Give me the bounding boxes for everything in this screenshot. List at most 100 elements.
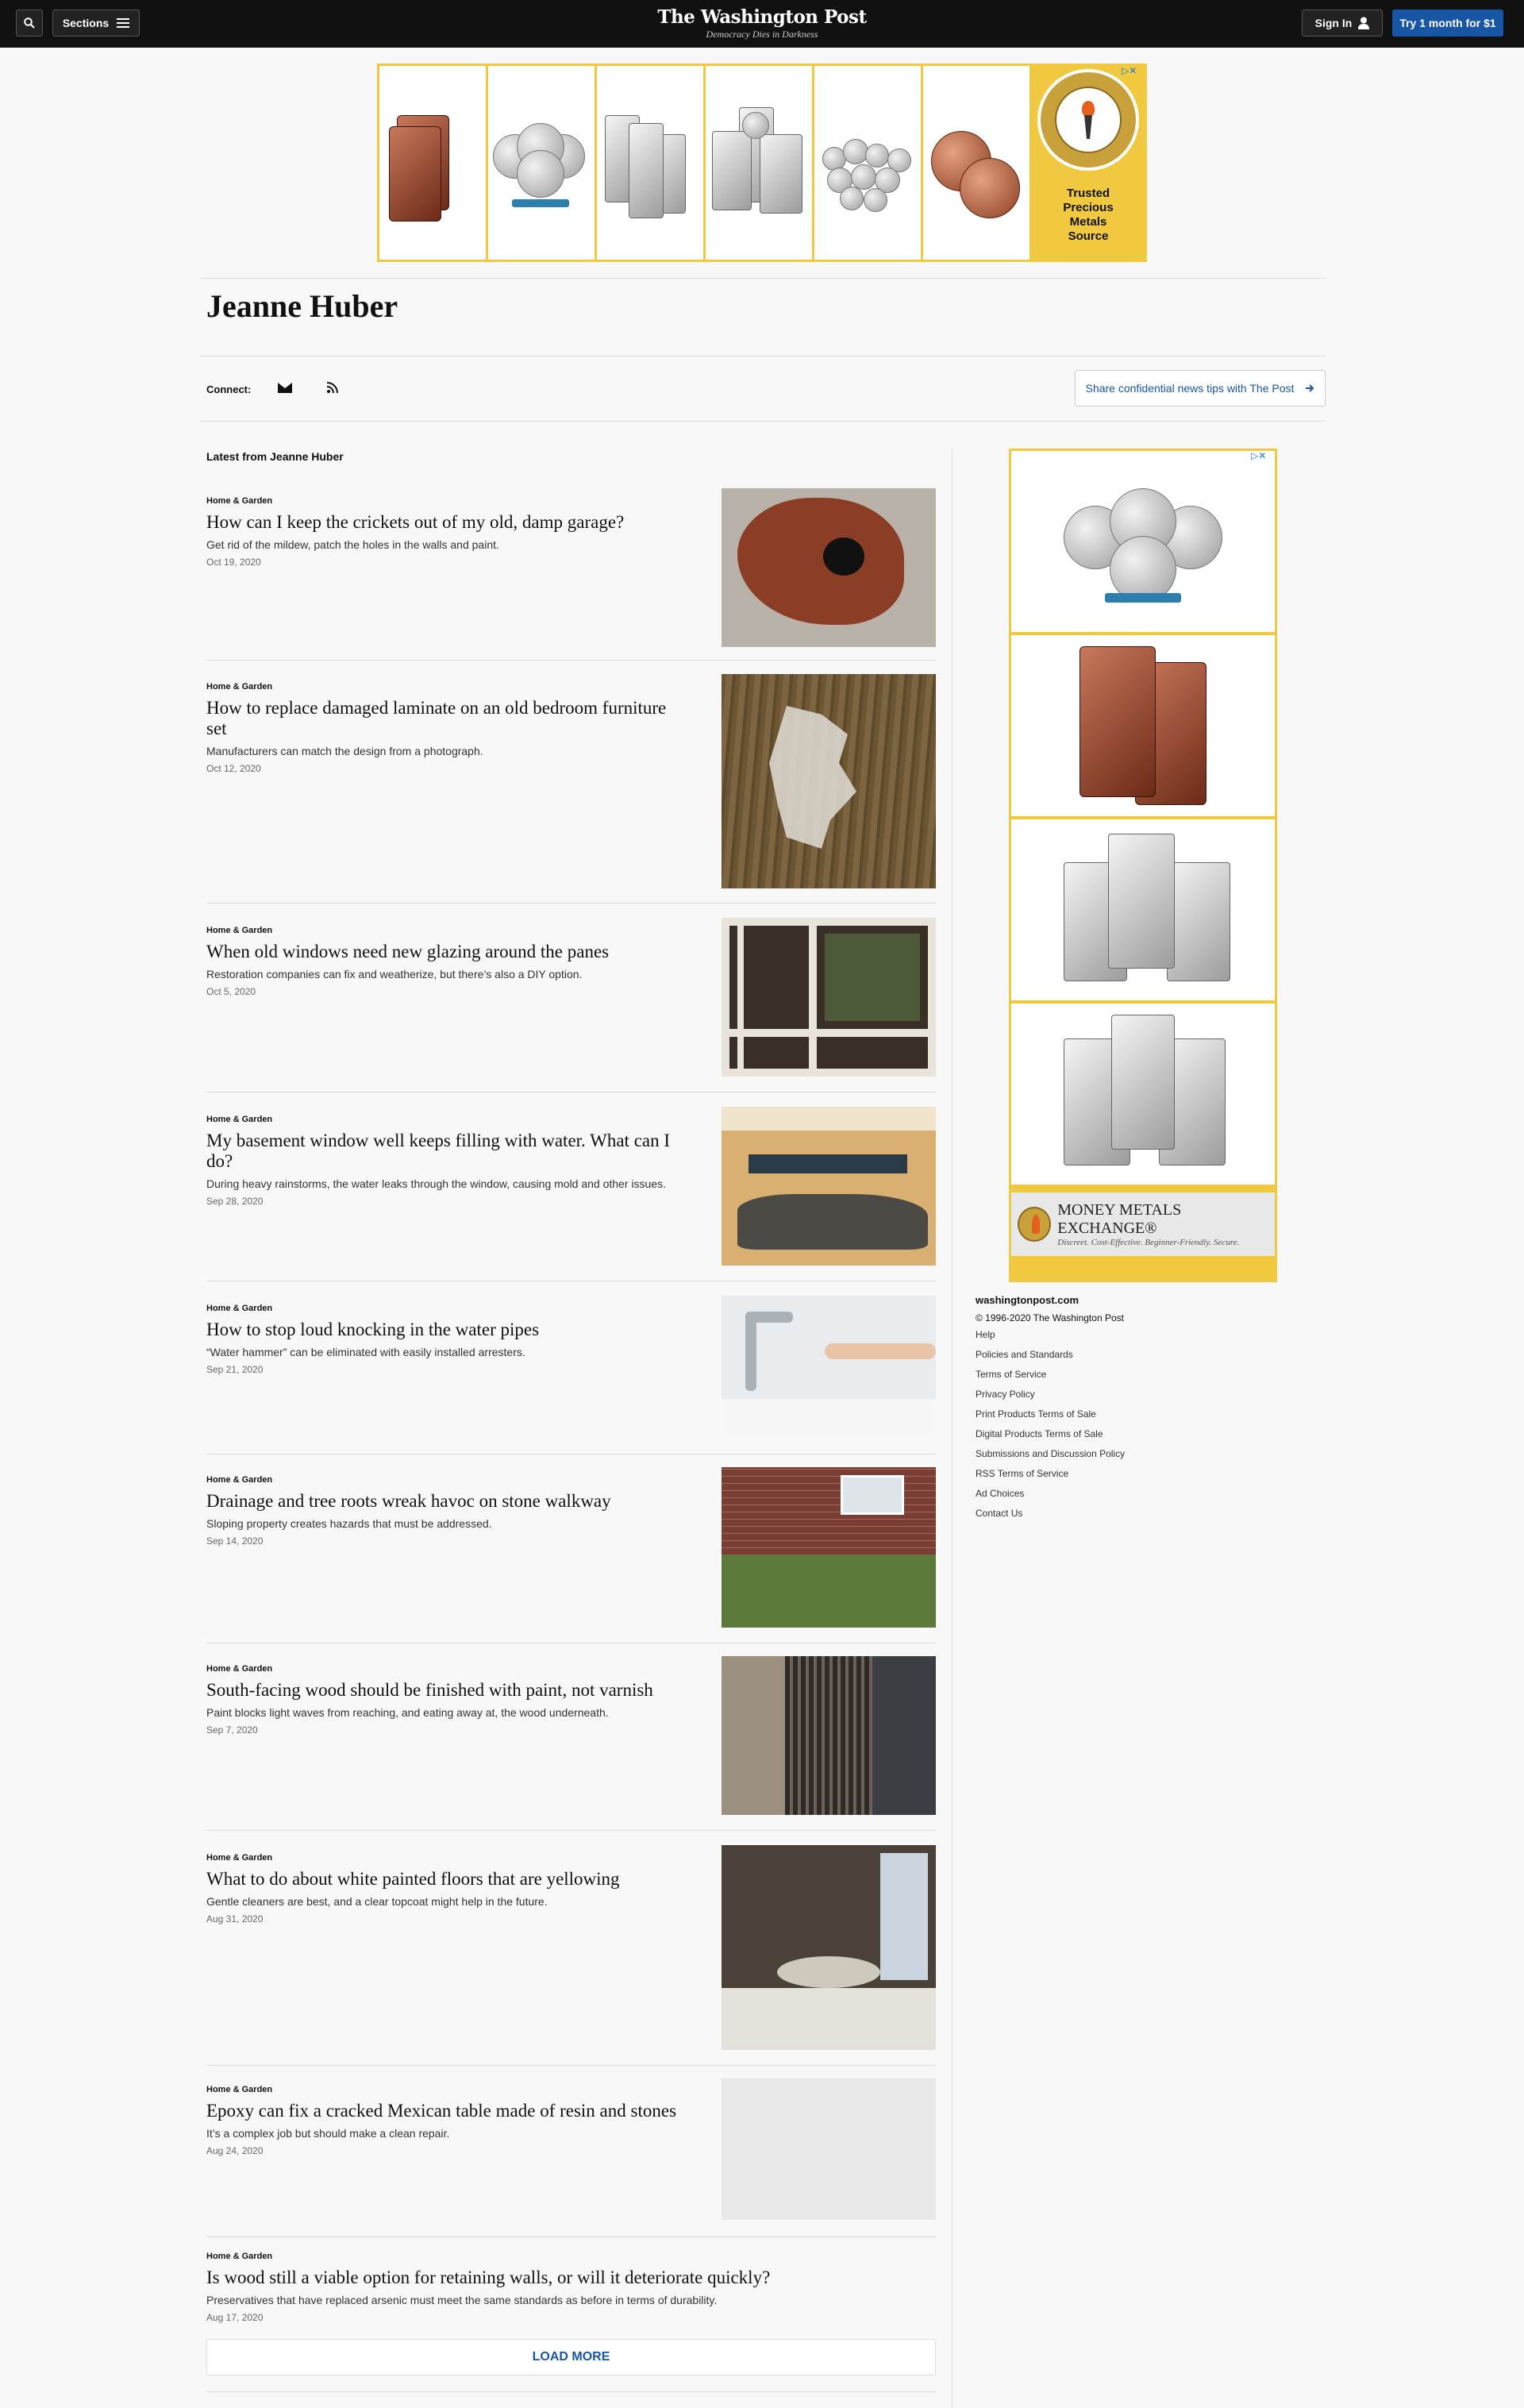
divider bbox=[200, 278, 1326, 279]
masthead[interactable]: The Washington Post Democracy Dies in Da… bbox=[603, 6, 921, 40]
side-ad-brand-name: MONEY METALS EXCHANGE® bbox=[1057, 1201, 1182, 1237]
divider bbox=[206, 2391, 936, 2392]
story-headline[interactable]: Is wood still a viable option for retain… bbox=[206, 2267, 921, 2288]
story-headline[interactable]: When old windows need new glazing around… bbox=[206, 942, 683, 962]
footer-site-name[interactable]: washingtonpost.com bbox=[976, 1294, 1125, 1306]
ad-brand-text: Trusted Precious Metals Source bbox=[1063, 187, 1114, 243]
story-blurb: Sloping property creates hazards that mu… bbox=[206, 1517, 492, 1530]
story-headline[interactable]: Drainage and tree roots wreak havoc on s… bbox=[206, 1491, 683, 1512]
story-blurb: During heavy rainstorms, the water leaks… bbox=[206, 1177, 666, 1190]
sections-label: Sections bbox=[62, 17, 110, 29]
story-thumbnail-basement-window[interactable] bbox=[722, 1107, 936, 1266]
side-ad-slogan: Discreet. Cost-Effective. Beginner-Frien… bbox=[1057, 1238, 1240, 1247]
footer-link-print-terms[interactable]: Print Products Terms of Sale bbox=[976, 1409, 1125, 1420]
load-more-button[interactable]: LOAD MORE bbox=[206, 2339, 936, 2375]
adchoices-icon[interactable]: ▷✕ bbox=[1122, 65, 1137, 76]
washington-post-logo[interactable]: The Washington Post bbox=[603, 6, 921, 28]
adchoices-icon[interactable]: ▷✕ bbox=[1251, 450, 1266, 461]
story-blurb: It’s a complex job but should make a cle… bbox=[206, 2127, 450, 2140]
money-metals-exchange-logo bbox=[1037, 69, 1139, 171]
footer-link-rss-terms[interactable]: RSS Terms of Service bbox=[976, 1469, 1125, 1479]
story-thumbnail-laminate[interactable] bbox=[722, 674, 936, 888]
top-navigation-bar: Sections The Washington Post Democracy D… bbox=[0, 0, 1524, 48]
masthead-tagline: Democracy Dies in Darkness bbox=[706, 29, 818, 40]
divider bbox=[200, 421, 1326, 422]
news-tips-button[interactable]: Share confidential news tips with The Po… bbox=[1075, 370, 1326, 406]
story-item: Home & Garden How to replace damaged lam… bbox=[206, 674, 936, 903]
email-icon[interactable] bbox=[278, 383, 292, 393]
money-metals-exchange-logo bbox=[1018, 1207, 1052, 1242]
story-kicker[interactable]: Home & Garden bbox=[206, 2252, 936, 2261]
footer-link-digital-terms[interactable]: Digital Products Terms of Sale bbox=[976, 1429, 1125, 1439]
sidebar-advertisement[interactable]: MONEY METALS EXCHANGE® Discreet. Cost-Ef… bbox=[1009, 449, 1277, 1282]
story-blurb: Gentle cleaners are best, and a clear to… bbox=[206, 1895, 548, 1908]
story-item: Home & Garden Is wood still a viable opt… bbox=[206, 2252, 936, 2331]
story-thumbnail-faucet[interactable] bbox=[722, 1296, 936, 1437]
search-icon bbox=[24, 17, 35, 29]
sections-button[interactable]: Sections bbox=[52, 10, 140, 37]
story-blurb: Get rid of the mildew, patch the holes i… bbox=[206, 538, 499, 551]
story-headline[interactable]: How can I keep the crickets out of my ol… bbox=[206, 512, 683, 533]
ad-tile-coin-pile[interactable] bbox=[814, 66, 921, 260]
story-thumbnail-rusted-hole[interactable] bbox=[722, 488, 936, 647]
top-banner-advertisement[interactable]: Trusted Precious Metals Source ▷✕ bbox=[377, 64, 1147, 262]
subscribe-trial-button[interactable]: Try 1 month for $1 bbox=[1392, 10, 1503, 37]
ad-tile-silver-bars-2[interactable] bbox=[706, 66, 812, 260]
story-blurb: Manufacturers can match the design from … bbox=[206, 745, 483, 757]
story-thumbnail-placeholder[interactable] bbox=[722, 2079, 936, 2220]
story-headline[interactable]: How to stop loud knocking in the water p… bbox=[206, 1320, 683, 1340]
story-thumbnail-window[interactable] bbox=[722, 918, 936, 1077]
user-icon bbox=[1358, 17, 1370, 29]
story-thumbnail-brick-house[interactable] bbox=[722, 1467, 936, 1628]
story-item: Home & Garden When old windows need new … bbox=[206, 918, 936, 1092]
footer-link-terms[interactable]: Terms of Service bbox=[976, 1370, 1125, 1380]
story-headline[interactable]: How to replace damaged laminate on an ol… bbox=[206, 698, 683, 739]
footer-link-ad-choices[interactable]: Ad Choices bbox=[976, 1489, 1125, 1499]
story-blurb: Preservatives that have replaced arsenic… bbox=[206, 2294, 718, 2306]
ad-tile-silver-bars[interactable] bbox=[597, 66, 703, 260]
story-item: Home & Garden Epoxy can fix a cracked Me… bbox=[206, 2079, 936, 2237]
news-tips-label: Share confidential news tips with The Po… bbox=[1085, 382, 1295, 395]
footer-link-help[interactable]: Help bbox=[976, 1330, 1125, 1340]
story-blurb: Restoration companies can fix and weathe… bbox=[206, 968, 583, 981]
story-date: Aug 17, 2020 bbox=[206, 2312, 264, 2323]
story-thumbnail-dining-room[interactable] bbox=[722, 1845, 936, 2050]
story-headline[interactable]: My basement window well keeps filling wi… bbox=[206, 1131, 683, 1172]
story-item: Home & Garden Drainage and tree roots wr… bbox=[206, 1467, 936, 1643]
connect-label: Connect: bbox=[206, 383, 252, 395]
ad-tile-copper-bars[interactable] bbox=[379, 66, 486, 260]
story-blurb: Paint blocks light waves from reaching, … bbox=[206, 1706, 609, 1719]
side-ad-tile-silver-bars[interactable] bbox=[1011, 819, 1275, 1000]
sign-in-button[interactable]: Sign In bbox=[1302, 10, 1383, 37]
side-ad-tile-copper-bars[interactable] bbox=[1011, 635, 1275, 816]
sign-in-label: Sign In bbox=[1314, 17, 1353, 29]
story-thumbnail-weathered-wood[interactable] bbox=[722, 1656, 936, 1815]
rss-feed-icon[interactable] bbox=[326, 381, 338, 397]
story-item: Home & Garden What to do about white pai… bbox=[206, 1845, 936, 2066]
feed-section-heading: Latest from Jeanne Huber bbox=[206, 450, 344, 463]
author-name: Jeanne Huber bbox=[206, 288, 398, 324]
story-blurb: “Water hammer” can be eliminated with ea… bbox=[206, 1346, 525, 1358]
side-ad-tile-silver-bars-2[interactable] bbox=[1011, 1004, 1275, 1185]
ad-tile-silver-coins[interactable] bbox=[488, 66, 595, 260]
story-item: Home & Garden My basement window well ke… bbox=[206, 1107, 936, 1281]
story-headline[interactable]: South-facing wood should be finished wit… bbox=[206, 1680, 683, 1701]
story-headline[interactable]: What to do about white painted floors th… bbox=[206, 1869, 683, 1890]
ad-tile-copper-coins[interactable] bbox=[923, 66, 1029, 260]
story-item: Home & Garden How can I keep the cricket… bbox=[206, 488, 936, 661]
torch-icon bbox=[1080, 101, 1097, 139]
footer-link-contact[interactable]: Contact Us bbox=[976, 1508, 1125, 1519]
side-ad-brand-banner[interactable]: MONEY METALS EXCHANGE® Discreet. Cost-Ef… bbox=[1011, 1192, 1275, 1256]
ad-brand-panel[interactable]: Trusted Precious Metals Source bbox=[1032, 66, 1145, 260]
footer-link-policies[interactable]: Policies and Standards bbox=[976, 1350, 1125, 1360]
story-headline[interactable]: Epoxy can fix a cracked Mexican table ma… bbox=[206, 2101, 683, 2121]
side-ad-tile-silver-coins[interactable] bbox=[1011, 451, 1275, 632]
hamburger-menu-icon bbox=[117, 18, 130, 28]
footer-link-submissions[interactable]: Submissions and Discussion Policy bbox=[976, 1449, 1125, 1459]
search-button[interactable] bbox=[16, 10, 43, 37]
story-item: Home & Garden How to stop loud knocking … bbox=[206, 1296, 936, 1454]
arrow-right-icon bbox=[1306, 384, 1314, 392]
footer-links: washingtonpost.com © 1996-2020 The Washi… bbox=[976, 1294, 1125, 1528]
footer-link-privacy[interactable]: Privacy Policy bbox=[976, 1389, 1125, 1400]
story-item: Home & Garden South-facing wood should b… bbox=[206, 1656, 936, 1831]
